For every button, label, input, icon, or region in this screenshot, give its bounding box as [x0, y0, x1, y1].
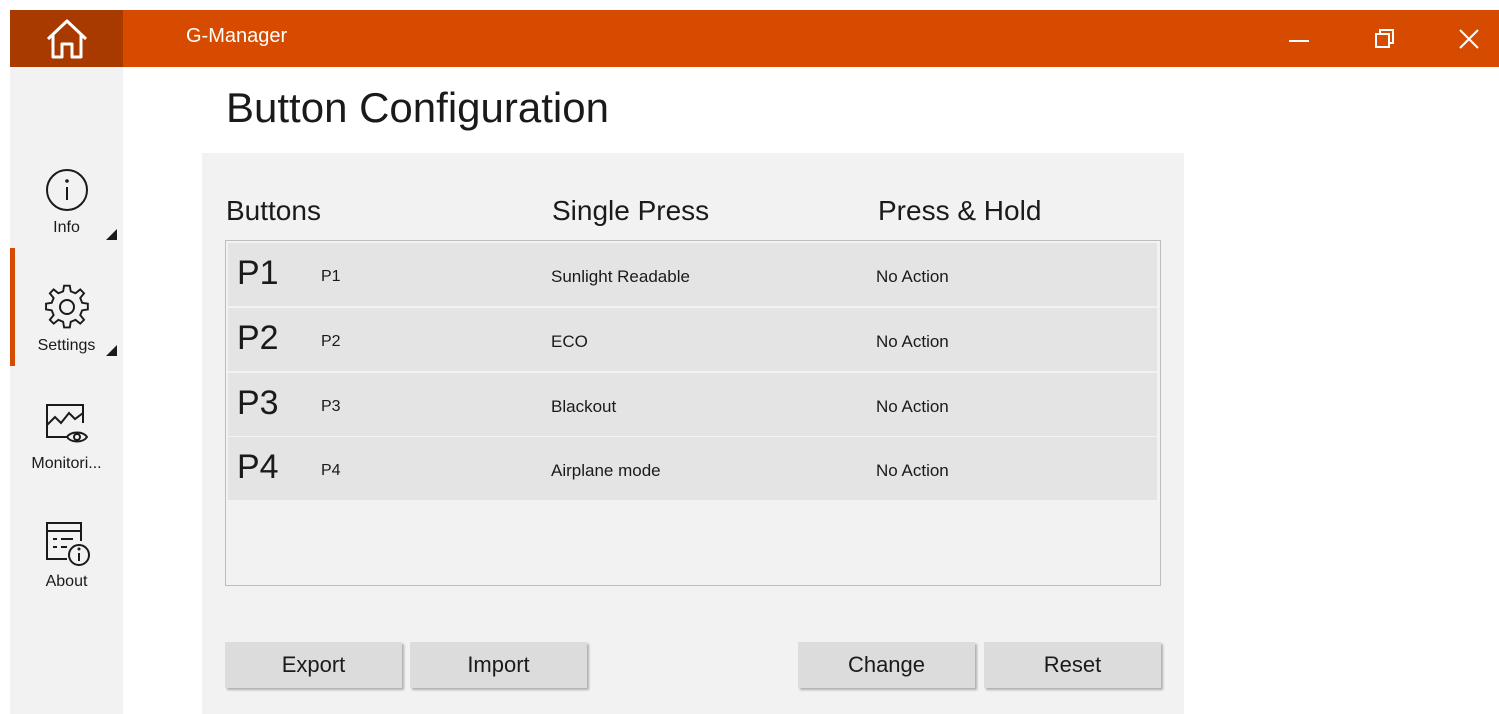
single-press-action: ECO — [551, 332, 588, 351]
nav-item-about[interactable]: About — [10, 519, 123, 591]
side-navigation: Info Settings Monitori... About — [10, 67, 123, 714]
expand-caret-icon — [106, 345, 117, 356]
list-item[interactable]: P2 P2 ECO No Action — [228, 308, 1157, 371]
list-item[interactable]: P1 P1 Sunlight Readable No Action — [228, 243, 1157, 306]
monitoring-icon — [45, 404, 88, 443]
press-hold-action: No Action — [876, 397, 949, 416]
import-button[interactable]: Import — [410, 642, 587, 688]
expand-caret-icon — [106, 229, 117, 240]
nav-label-settings: Settings — [37, 337, 96, 354]
nav-label-monitoring: Monitori... — [31, 455, 102, 472]
button-id-small: P3 — [321, 398, 341, 415]
title-bar: G-Manager — [10, 10, 1499, 67]
home-icon — [46, 19, 87, 58]
button-list[interactable]: P1 P1 Sunlight Readable No Action P2 P2 … — [225, 240, 1161, 586]
export-button[interactable]: Export — [225, 642, 402, 688]
info-icon — [45, 169, 88, 211]
list-item[interactable]: P4 P4 Airplane mode No Action — [228, 437, 1157, 500]
button-id-small: P2 — [321, 333, 341, 350]
press-hold-action: No Action — [876, 461, 949, 480]
home-button[interactable] — [10, 10, 123, 67]
reset-button[interactable]: Reset — [984, 642, 1161, 688]
change-button[interactable]: Change — [798, 642, 975, 688]
close-icon — [1459, 28, 1479, 49]
button-id-large: P4 — [237, 448, 279, 486]
minimize-button[interactable] — [1259, 10, 1339, 67]
page-title: Button Configuration — [226, 84, 609, 131]
nav-item-monitoring[interactable]: Monitori... — [10, 401, 123, 473]
button-configuration-panel: Buttons Single Press Press & Hold P1 P1 … — [202, 153, 1184, 714]
close-button[interactable] — [1429, 10, 1499, 67]
column-header-press-hold: Press & Hold — [878, 195, 1042, 226]
restore-icon — [1375, 28, 1394, 48]
column-header-buttons: Buttons — [226, 195, 321, 226]
button-id-small: P4 — [321, 462, 341, 479]
button-id-small: P1 — [321, 268, 341, 285]
app-title: G-Manager — [186, 25, 288, 47]
restore-button[interactable] — [1345, 10, 1425, 67]
gear-icon — [44, 284, 89, 329]
single-press-action: Sunlight Readable — [551, 267, 690, 286]
single-press-action: Airplane mode — [551, 461, 661, 480]
list-item[interactable]: P3 P3 Blackout No Action — [228, 373, 1157, 436]
nav-item-info[interactable]: Info — [10, 167, 123, 240]
single-press-action: Blackout — [551, 397, 617, 416]
button-id-large: P3 — [237, 384, 279, 422]
nav-label-info: Info — [53, 219, 80, 236]
minimize-icon — [1289, 39, 1309, 42]
press-hold-action: No Action — [876, 332, 949, 351]
column-header-single-press: Single Press — [552, 195, 710, 226]
button-id-large: P2 — [237, 319, 279, 357]
nav-label-about: About — [45, 573, 88, 590]
press-hold-action: No Action — [876, 267, 949, 286]
about-icon — [45, 522, 90, 566]
nav-item-settings[interactable]: Settings — [10, 283, 123, 356]
button-id-large: P1 — [237, 254, 279, 292]
